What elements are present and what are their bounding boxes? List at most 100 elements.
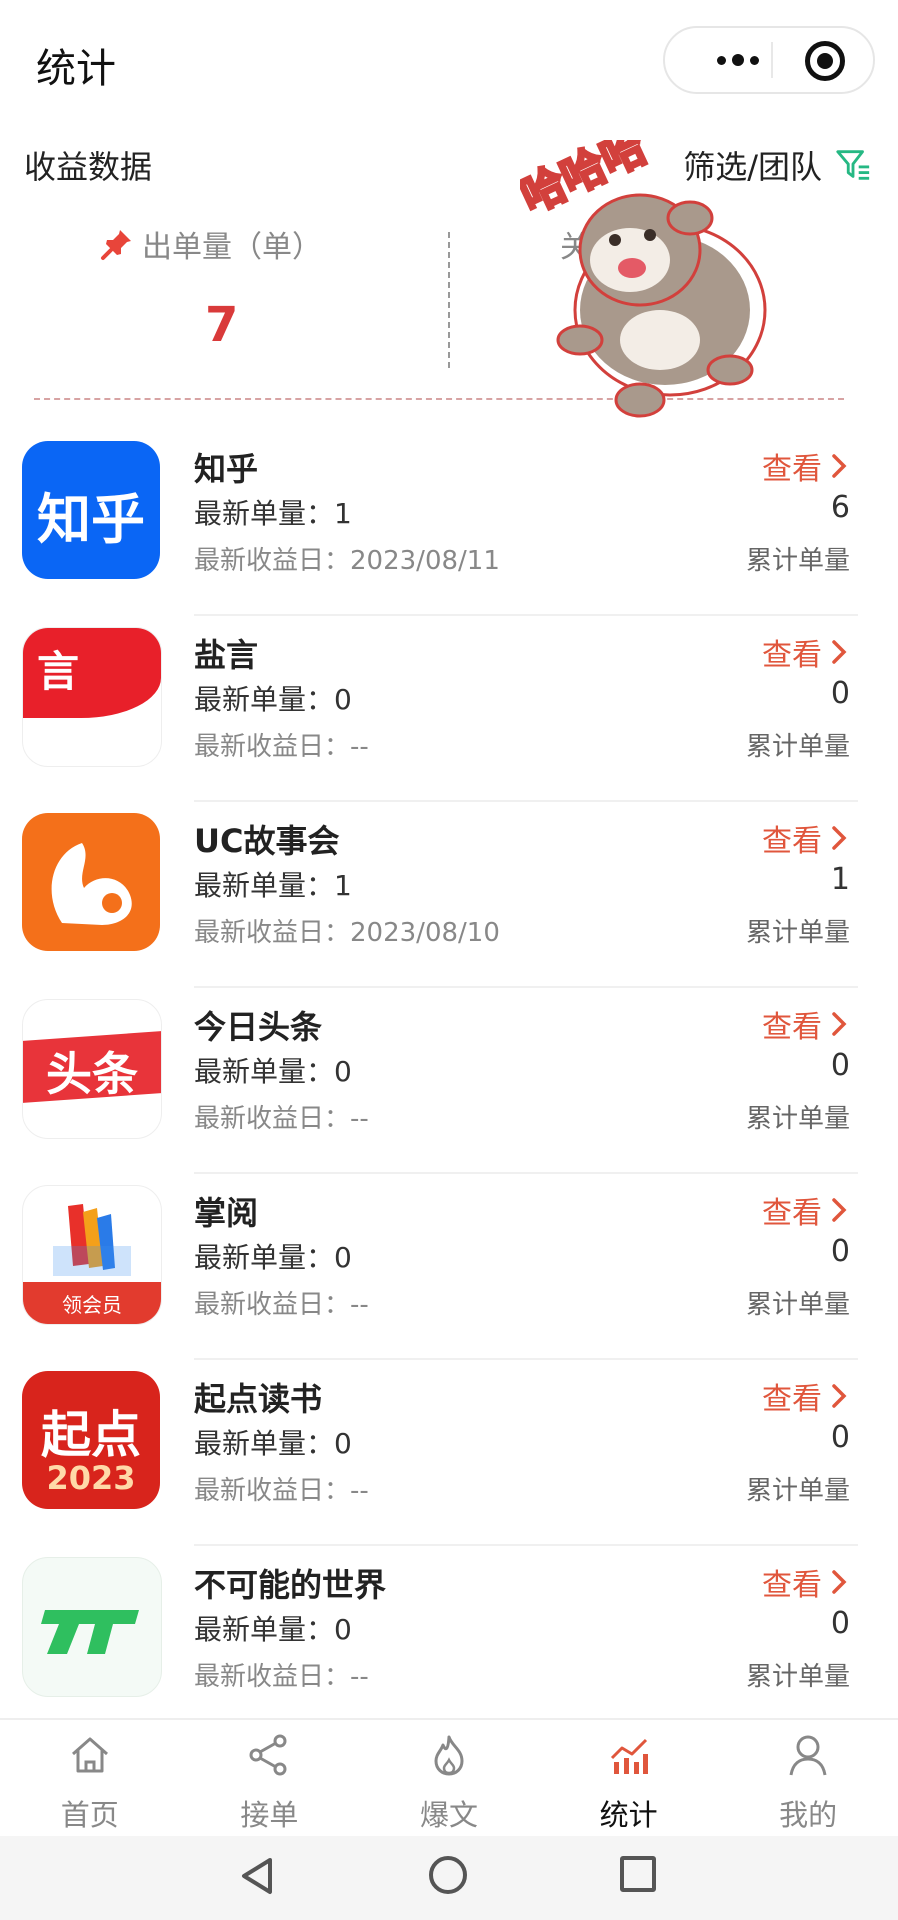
flame-icon (434, 1735, 464, 1776)
more-menu-button[interactable] (693, 28, 783, 92)
yanyan-icon-text: 言 (37, 647, 80, 696)
toutiao-app-icon: 头条 (22, 999, 162, 1139)
chevron-right-icon (832, 1012, 847, 1036)
total-orders-label: 累计单量 (745, 1476, 850, 1506)
latest-income-date-value: -- (350, 1104, 369, 1134)
view-label: 查看 (762, 1196, 822, 1231)
latest-income-date-label: 最新收益日： (194, 1290, 351, 1320)
recent-apps-icon[interactable] (620, 1856, 656, 1892)
view-button[interactable]: 查看 (762, 1560, 848, 1604)
orders-stat: 出单量（单） 7 (100, 222, 340, 353)
tab-statistics[interactable]: 统计 (539, 1720, 719, 1838)
latest-income-date-value: -- (350, 1476, 369, 1506)
latest-orders-value: 1 (334, 497, 352, 530)
list-item-toutiao[interactable]: 头条 今日头条 最新单量：0 最新收益日：-- 查看 0 累计单量 (0, 988, 898, 1174)
toutiao-icon-text: 头条 (46, 1047, 138, 1101)
tab-orders[interactable]: 接单 (180, 1720, 360, 1838)
latest-income-date-label: 最新收益日： (194, 1476, 351, 1506)
tab-label: 我的 (779, 1798, 838, 1832)
latest-orders-label: 最新单量： (194, 497, 335, 530)
orders-stat-label-row: 出单量（单） (100, 222, 340, 266)
home-icon (71, 1737, 108, 1773)
list-item-zhangyue[interactable]: 领会员 掌阅 最新单量：0 最新收益日：-- 查看 0 累计单量 (0, 1174, 898, 1360)
laughing-bear-sticker: 哈哈哈 (520, 140, 767, 418)
latest-income-date-label: 最新收益日： (194, 1662, 351, 1692)
latest-orders-label: 最新单量： (194, 869, 335, 902)
tab-home[interactable]: 首页 (0, 1720, 180, 1838)
latest-income-date-value: -- (350, 732, 369, 762)
latest-orders: 最新单量：1 (194, 864, 352, 904)
latest-income-date-label: 最新收益日： (194, 546, 351, 576)
app-name: 盐言 (194, 636, 259, 674)
view-button[interactable]: 查看 (762, 630, 848, 674)
view-button[interactable]: 查看 (762, 444, 848, 488)
latest-income-date: 最新收益日：-- (194, 1656, 369, 1693)
latest-income-date: 最新收益日：2023/08/10 (194, 912, 500, 949)
total-orders-value: 6 (830, 490, 850, 525)
chevron-right-icon (832, 640, 847, 664)
qidian-app-icon: 起点 2023 (22, 1371, 160, 1509)
orders-stat-value: 7 (205, 297, 239, 353)
tab-label: 首页 (60, 1798, 119, 1832)
list-item-qidian[interactable]: 起点 2023 起点读书 最新单量：0 最新收益日：-- 查看 0 累计单量 (0, 1360, 898, 1546)
latest-orders: 最新单量：0 (194, 1050, 352, 1090)
zhangyue-icon-text: 领会员 (62, 1293, 122, 1317)
app-name: 起点读书 (194, 1380, 323, 1418)
tab-label: 统计 (599, 1798, 658, 1832)
list-item-uc-story[interactable]: UC故事会 最新单量：1 最新收益日：2023/08/10 查看 1 累计单量 (0, 802, 898, 988)
top-bar: 统计 (0, 0, 898, 120)
latest-orders-value: 0 (334, 1613, 352, 1646)
latest-income-date: 最新收益日：-- (194, 1098, 369, 1135)
bottom-tab-bar: 首页 接单 爆文 统计 我的 (0, 1718, 898, 1838)
latest-orders-label: 最新单量： (194, 1241, 335, 1274)
total-orders-value: 0 (830, 1420, 850, 1455)
latest-orders-label: 最新单量： (194, 683, 335, 716)
uc-story-app-icon (22, 813, 160, 951)
view-button[interactable]: 查看 (762, 816, 848, 860)
filter-icon (836, 150, 870, 180)
latest-income-date: 最新收益日：-- (194, 1284, 369, 1321)
latest-income-date-value: 2023/08/10 (350, 918, 500, 948)
latest-income-date-value: -- (350, 1290, 369, 1320)
list-item-zhihu[interactable]: 知乎 知乎 最新单量：1 最新收益日：2023/08/11 查看 6 累计单量 (0, 430, 898, 616)
total-orders-value: 1 (830, 862, 850, 897)
chevron-right-icon (832, 826, 847, 850)
app-name: 今日头条 (194, 1008, 323, 1046)
view-button[interactable]: 查看 (762, 1002, 848, 1046)
page-title: 统计 (36, 46, 116, 92)
yanyan-app-icon: 言 (22, 627, 162, 767)
latest-orders-label: 最新单量： (194, 1613, 335, 1646)
total-orders-value: 0 (830, 1048, 850, 1083)
back-icon[interactable] (238, 1856, 278, 1896)
total-orders-value: 0 (830, 676, 850, 711)
latest-income-date-label: 最新收益日： (194, 732, 351, 762)
latest-orders: 最新单量：0 (194, 1608, 352, 1648)
user-icon (789, 1735, 827, 1776)
close-mini-program-button[interactable] (805, 41, 845, 81)
chart-icon (610, 1738, 648, 1774)
total-orders-label: 累计单量 (745, 1662, 850, 1692)
tab-profile[interactable]: 我的 (718, 1720, 898, 1838)
more-dot-icon (717, 55, 726, 65)
home-circle-icon[interactable] (429, 1856, 467, 1894)
latest-orders: 最新单量：0 (194, 678, 352, 718)
latest-orders: 最新单量：1 (194, 492, 352, 532)
latest-income-date: 最新收益日：-- (194, 726, 369, 763)
zhihu-app-icon: 知乎 (22, 441, 160, 579)
chevron-right-icon (832, 454, 847, 478)
list-item-impossible-world[interactable]: 不可能的世界 最新单量：0 最新收益日：-- 查看 0 累计单量 (0, 1546, 898, 1732)
latest-orders-label: 最新单量： (194, 1427, 335, 1460)
tab-hot-articles[interactable]: 爆文 (359, 1720, 539, 1838)
tab-label: 爆文 (419, 1798, 478, 1832)
chevron-right-icon (832, 1384, 847, 1408)
latest-orders-label: 最新单量： (194, 1055, 335, 1088)
total-orders-value: 0 (830, 1234, 850, 1269)
list-item-yanyan[interactable]: 言 盐言 最新单量：0 最新收益日：-- 查看 0 累计单量 (0, 616, 898, 802)
view-button[interactable]: 查看 (762, 1188, 848, 1232)
latest-income-date-label: 最新收益日： (194, 918, 351, 948)
stat-divider (448, 232, 450, 368)
view-label: 查看 (762, 1010, 822, 1045)
chevron-right-icon (832, 1570, 847, 1594)
view-button[interactable]: 查看 (762, 1374, 848, 1418)
total-orders-value: 0 (830, 1606, 850, 1641)
